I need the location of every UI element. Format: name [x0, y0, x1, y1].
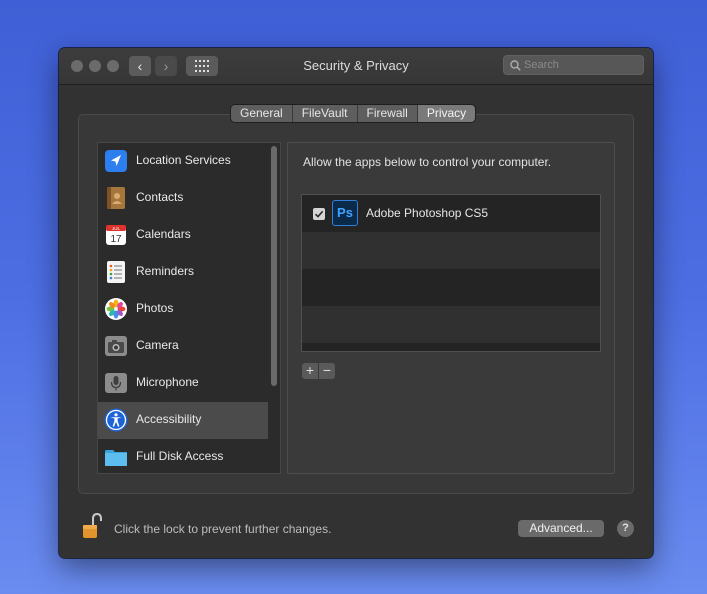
checkmark-icon	[314, 210, 324, 218]
app-enable-checkbox[interactable]	[313, 208, 325, 220]
privacy-panel: Location Services Contacts JUL 17 Calend…	[78, 114, 634, 494]
sidebar-item-label: Location Services	[136, 153, 231, 167]
tab-firewall[interactable]: Firewall	[357, 105, 418, 122]
location-arrow-icon	[105, 150, 127, 172]
add-app-button[interactable]: +	[302, 363, 318, 379]
lock-status-text: Click the lock to prevent further change…	[114, 522, 332, 536]
sidebar-item-photos[interactable]: Photos	[98, 291, 268, 328]
sidebar-item-label: Accessibility	[136, 412, 202, 426]
sidebar-item-full-disk-access[interactable]: Full Disk Access	[98, 439, 268, 473]
sidebar-item-label: Microphone	[136, 375, 199, 389]
sidebar-item-reminders[interactable]: Reminders	[98, 254, 268, 291]
photoshop-icon: Ps	[332, 200, 358, 226]
search-icon	[510, 60, 521, 71]
calendar-icon-month: JUL	[112, 226, 120, 231]
app-row-adobe-photoshop-cs5[interactable]: Ps Adobe Photoshop CS5	[302, 195, 600, 232]
sidebar-item-label: Full Disk Access	[136, 449, 224, 463]
sidebar-item-camera[interactable]: Camera	[98, 328, 268, 365]
sidebar-item-location-services[interactable]: Location Services	[98, 143, 268, 180]
list-item	[302, 306, 600, 343]
list-item	[302, 343, 600, 351]
remove-app-button[interactable]: −	[319, 363, 335, 379]
privacy-category-list[interactable]: Location Services Contacts JUL 17 Calend…	[97, 142, 281, 474]
contacts-book-icon	[107, 187, 125, 209]
sidebar-item-microphone[interactable]: Microphone	[98, 365, 268, 402]
sidebar-scrollbar[interactable]	[271, 146, 277, 386]
photos-flower-icon	[105, 298, 127, 320]
list-item	[302, 269, 600, 306]
app-name: Adobe Photoshop CS5	[366, 206, 489, 220]
tab-privacy[interactable]: Privacy	[417, 105, 476, 122]
microphone-icon	[105, 373, 127, 393]
search-field[interactable]	[503, 55, 644, 75]
list-item	[302, 232, 600, 269]
help-button[interactable]: ?	[617, 520, 634, 537]
advanced-button[interactable]: Advanced...	[518, 520, 604, 537]
accessibility-icon	[104, 408, 128, 432]
reminders-list-icon	[107, 261, 125, 283]
search-input[interactable]	[524, 57, 639, 73]
sidebar-item-contacts[interactable]: Contacts	[98, 180, 268, 217]
folder-icon	[105, 450, 127, 466]
sidebar-item-label: Calendars	[136, 227, 191, 241]
title-bar: ‹ › Security & Privacy	[59, 48, 653, 85]
security-privacy-window: ‹ › Security & Privacy Search Location S…	[59, 48, 653, 558]
accessibility-description: Allow the apps below to control your com…	[303, 155, 552, 169]
tab-filevault[interactable]: FileVault	[292, 105, 358, 122]
sidebar-item-calendars[interactable]: JUL 17 Calendars	[98, 217, 268, 254]
unlocked-padlock-icon[interactable]	[82, 512, 102, 540]
accessibility-settings: Allow the apps below to control your com…	[287, 142, 615, 474]
calendar-icon: JUL 17	[106, 225, 126, 245]
sidebar-item-label: Camera	[136, 338, 179, 352]
camera-icon	[105, 336, 127, 356]
sidebar-item-label: Photos	[136, 301, 174, 315]
sidebar-item-label: Reminders	[136, 264, 195, 278]
sidebar-item-accessibility[interactable]: Accessibility	[98, 402, 268, 439]
calendar-icon-day: 17	[110, 234, 122, 245]
sidebar-item-label: Contacts	[136, 190, 184, 204]
app-list[interactable]: Ps Adobe Photoshop CS5	[301, 194, 601, 352]
tab-general[interactable]: General	[231, 105, 293, 122]
section-tabs: General FileVault Firewall Privacy	[231, 105, 476, 122]
